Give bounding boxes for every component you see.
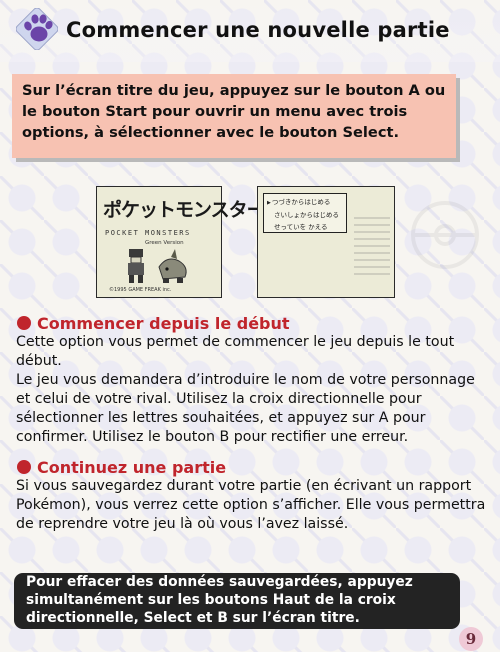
- section-paragraph: Si vous sauvegardez durant votre partie …: [16, 478, 486, 532]
- intro-text: Sur l’écran titre du jeu, appuyez sur le…: [22, 82, 446, 141]
- note-text: Pour effacer des données sauvegardées, a…: [26, 574, 413, 626]
- page-number: 9: [459, 627, 483, 651]
- title-screen-screenshot: ポケットモンスター POCKET MONSTERS Green Version …: [96, 186, 266, 298]
- background-pokeball-decoration: [411, 201, 479, 269]
- logo-subtitle: POCKET MONSTERS: [105, 229, 191, 237]
- paw-print-icon: [16, 8, 58, 50]
- copyright-text: ©1995 GAME FREAK inc.: [109, 287, 172, 293]
- section-heading-new-game: Commencer depuis le début: [17, 314, 290, 333]
- version-label: Green Version: [145, 240, 184, 246]
- section-heading-text: Commencer depuis le début: [37, 314, 290, 333]
- game-logo-text: ポケットモンスター: [103, 199, 266, 221]
- intro-box: Sur l’écran titre du jeu, appuyez sur le…: [12, 74, 456, 158]
- menu-option-new-game: さいしょからはじめる: [274, 211, 339, 219]
- page-title: Commencer une nouvelle partie: [66, 18, 450, 42]
- menu-screen-screenshot: つづきからはじめる さいしょからはじめる せっていを かえる: [257, 186, 395, 298]
- menu-option-continue: つづきからはじめる: [267, 196, 343, 209]
- section-heading-text: Continuez une partie: [37, 458, 227, 477]
- menu-options-box: つづきからはじめる さいしょからはじめる せっていを かえる: [263, 193, 347, 233]
- note-box: Pour effacer des données sauvegardées, a…: [14, 573, 460, 629]
- bullet-dot-icon: [17, 316, 31, 330]
- section-paragraph: Le jeu vous demandera d’introduire le no…: [16, 372, 475, 445]
- section-paragraph: Cette option vous permet de commencer le…: [16, 334, 455, 369]
- bullet-dot-icon: [17, 460, 31, 474]
- menu-background-ghost: [354, 215, 390, 275]
- manual-page: Commencer une nouvelle partie Sur l’écra…: [0, 0, 500, 652]
- trainer-and-pokemon-sprite: [128, 249, 187, 283]
- menu-option-settings: せっていを かえる: [274, 223, 328, 231]
- section-heading-continue: Continuez une partie: [17, 458, 226, 477]
